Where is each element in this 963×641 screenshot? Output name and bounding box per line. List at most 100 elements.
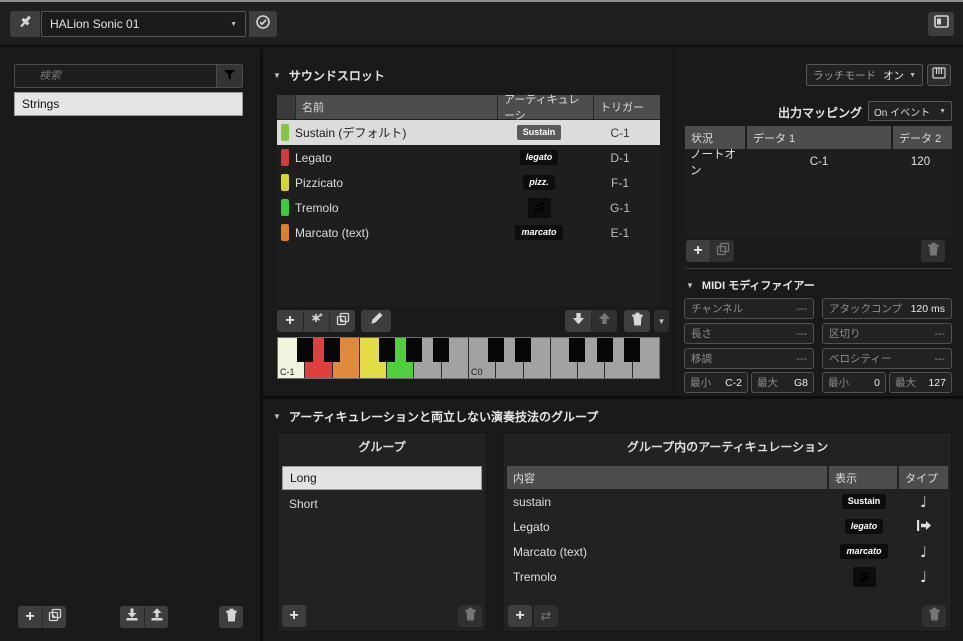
- search-input[interactable]: [39, 70, 216, 82]
- field-label: 最小: [828, 375, 849, 390]
- filter-button[interactable]: [216, 65, 242, 87]
- group-list-panel: グループ Long Short +: [277, 432, 487, 632]
- black-key[interactable]: [488, 338, 504, 362]
- swap-articulation-button[interactable]: ⇄: [534, 605, 558, 627]
- articulation-name: Tremolo: [507, 570, 829, 584]
- sound-slot-row[interactable]: Sustain (デフォルト) Sustain C-1: [277, 120, 660, 145]
- attack-comp-field[interactable]: アタックコンプ 120 ms: [822, 298, 952, 319]
- black-key[interactable]: [297, 338, 313, 362]
- velocity-min-field[interactable]: 最小 0: [822, 372, 886, 393]
- keyswitch-assign-button[interactable]: [303, 310, 329, 332]
- add-slot-button[interactable]: +: [277, 310, 303, 332]
- slot-options-button[interactable]: ▼: [654, 310, 669, 332]
- group-articulation-row[interactable]: Tremolo ♩: [507, 564, 948, 589]
- sound-slot-row[interactable]: Tremolo G-1: [277, 195, 660, 220]
- black-key[interactable]: [406, 338, 422, 362]
- group-articulation-row[interactable]: Marcato (text) marcato ♩: [507, 539, 948, 564]
- move-slot-up-button[interactable]: [591, 310, 617, 332]
- delete-slot-button[interactable]: [624, 310, 650, 332]
- black-key[interactable]: [324, 338, 340, 362]
- pitch-min-field[interactable]: 最小 C-2: [684, 372, 748, 393]
- column-trigger[interactable]: トリガー: [594, 95, 660, 119]
- black-key[interactable]: [433, 338, 449, 362]
- slot-color-swatch: [281, 149, 289, 166]
- pin-button[interactable]: [10, 11, 40, 37]
- export-map-button[interactable]: [144, 606, 168, 628]
- sound-slot-row[interactable]: Legato legato D-1: [277, 145, 660, 170]
- black-key[interactable]: [597, 338, 613, 362]
- delete-map-button[interactable]: [219, 606, 243, 628]
- move-slot-down-button[interactable]: [565, 310, 591, 332]
- bottom-section-divider: [263, 396, 963, 399]
- field-value: ---: [797, 353, 808, 365]
- velocity-max-field[interactable]: 最大 127: [889, 372, 952, 393]
- add-output-event-button[interactable]: +: [686, 240, 710, 262]
- duplicate-map-button[interactable]: [42, 606, 66, 628]
- field-value: C-2: [725, 377, 742, 389]
- left-divider: [260, 49, 263, 641]
- black-key[interactable]: [515, 338, 531, 362]
- delete-group-button[interactable]: [458, 605, 482, 627]
- column-articulation[interactable]: アーティキュレーシ: [498, 95, 593, 119]
- groups-section-header[interactable]: ▼ アーティキュレーションと両立しない演奏技法のグループ: [273, 408, 598, 425]
- length-field[interactable]: 長さ ---: [684, 323, 814, 344]
- instrument-name: HALion Sonic 01: [50, 17, 139, 31]
- field-label: アタックコンプ: [829, 301, 902, 316]
- add-articulation-button[interactable]: +: [508, 605, 532, 627]
- keyboard-display-button[interactable]: [927, 64, 951, 86]
- articulation-badge: legato: [520, 150, 559, 165]
- separator-field[interactable]: 区切り ---: [822, 323, 952, 344]
- group-item-short[interactable]: Short: [282, 492, 482, 516]
- black-key[interactable]: [624, 338, 640, 362]
- latch-mode-select[interactable]: ラッチモード オン ▼: [806, 64, 923, 86]
- midi-modifier-header[interactable]: ▼ MIDI モディファイアー: [686, 277, 815, 293]
- group-item-label: Long: [290, 471, 317, 485]
- add-map-button[interactable]: +: [18, 606, 42, 628]
- duplicate-output-event-button[interactable]: [710, 240, 734, 262]
- library-item-strings[interactable]: Strings: [14, 92, 243, 116]
- group-item-long[interactable]: Long: [282, 466, 482, 490]
- trigger-keyboard[interactable]: C-1 C0: [277, 337, 660, 379]
- output-mapping-mode-select[interactable]: On イベント ▼: [868, 101, 952, 121]
- column-content[interactable]: 内容: [507, 466, 827, 489]
- sound-slots-header[interactable]: ▼ サウンドスロット: [273, 67, 385, 84]
- articulation-name: sustain: [507, 495, 829, 509]
- panel-toggle-button[interactable]: [928, 12, 954, 36]
- column-display[interactable]: 表示: [829, 466, 897, 489]
- pitch-max-field[interactable]: 最大 G8: [751, 372, 814, 393]
- duplicate-slot-button[interactable]: [329, 310, 355, 332]
- apply-button[interactable]: [249, 11, 277, 37]
- instrument-selector[interactable]: HALion Sonic 01 ▼: [41, 11, 246, 37]
- edit-slot-button[interactable]: [361, 310, 391, 332]
- column-type[interactable]: タイプ: [899, 466, 948, 489]
- channel-field[interactable]: チャンネル ---: [684, 298, 814, 319]
- column-data2[interactable]: データ 2: [893, 126, 952, 149]
- black-key[interactable]: [569, 338, 585, 362]
- filter-funnel-icon: [223, 69, 236, 84]
- add-group-button[interactable]: +: [282, 605, 306, 627]
- duplicate-icon: [716, 242, 730, 261]
- delete-articulation-button[interactable]: [922, 605, 946, 627]
- sound-slot-row[interactable]: Pizzicato pizz. F-1: [277, 170, 660, 195]
- data1-value: C-1: [747, 156, 891, 168]
- black-key[interactable]: [379, 338, 395, 362]
- velocity-field[interactable]: ベロシティー ---: [822, 348, 952, 369]
- groups-section-title: アーティキュレーションと両立しない演奏技法のグループ: [289, 408, 598, 425]
- delete-output-event-button[interactable]: [921, 240, 945, 262]
- column-name[interactable]: 名前: [296, 95, 497, 119]
- articulation-name: Legato: [507, 520, 829, 534]
- output-mapping-row[interactable]: ノートオン C-1 120: [685, 149, 952, 174]
- group-articulation-row[interactable]: Legato legato: [507, 514, 948, 539]
- mode-value: On イベント: [874, 104, 930, 119]
- import-map-button[interactable]: [120, 606, 144, 628]
- octave-label: C0: [471, 367, 483, 377]
- sound-slot-row[interactable]: Marcato (text) marcato E-1: [277, 220, 660, 245]
- field-label: 最小: [690, 375, 711, 390]
- column-data1[interactable]: データ 1: [747, 126, 891, 149]
- chevron-down-icon: ▼: [658, 317, 666, 326]
- slot-trigger: D-1: [587, 151, 653, 165]
- transpose-field[interactable]: 移調 ---: [684, 348, 814, 369]
- plus-icon: +: [515, 608, 524, 624]
- chevron-down-icon: ▼: [230, 21, 237, 28]
- group-articulation-row[interactable]: sustain Sustain ♩: [507, 489, 948, 514]
